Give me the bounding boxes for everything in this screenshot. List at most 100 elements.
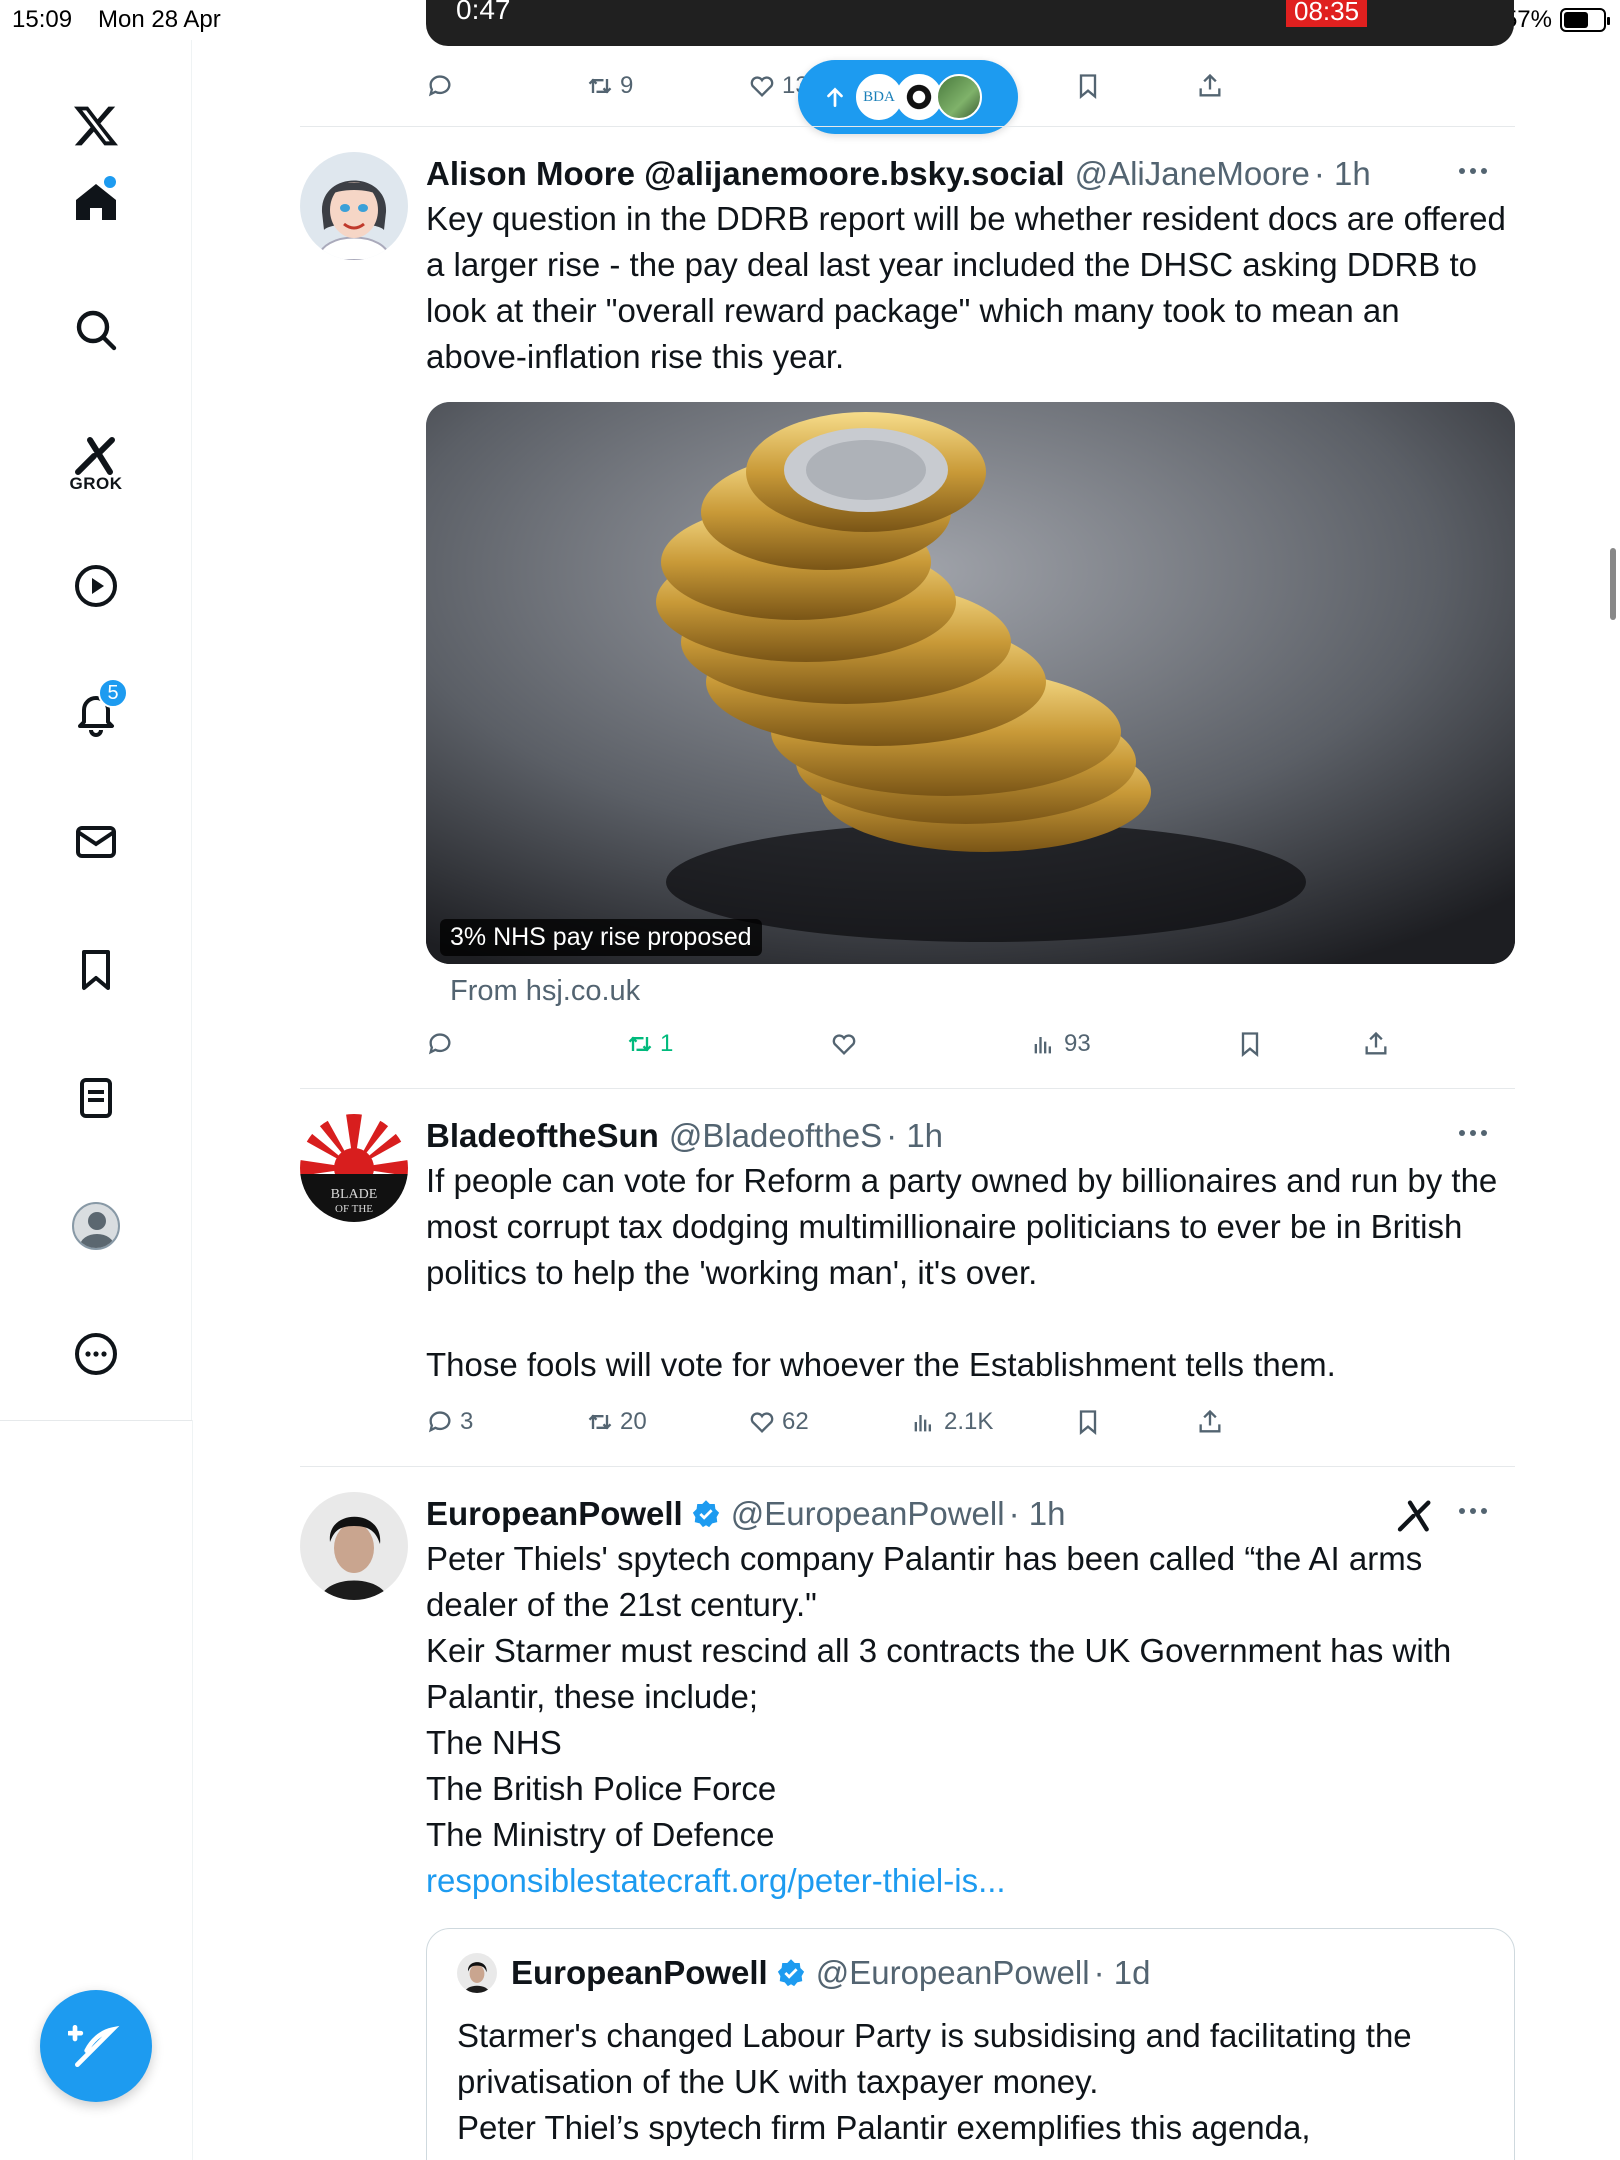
more-circle-icon	[75, 1333, 117, 1375]
video-player-partial[interactable]: 0:47 08:35	[426, 0, 1514, 46]
views-button[interactable]: 93	[1030, 1030, 1091, 1058]
feather-plus-icon	[68, 2025, 120, 2067]
svg-text:BLADE: BLADE	[331, 1187, 378, 1202]
tweet-text: Peter Thiels' spytech company Palantir h…	[426, 1536, 1506, 1904]
sidebar-item-lists[interactable]	[56, 1058, 136, 1138]
author-handle[interactable]: @EuropeanPowell	[731, 1495, 1005, 1533]
sidebar-item-more[interactable]	[56, 1314, 136, 1394]
sidebar-item-home[interactable]	[56, 162, 136, 242]
post-time[interactable]: · 1h	[886, 1117, 943, 1155]
tweet-text-content: Peter Thiels' spytech company Palantir h…	[426, 1540, 1452, 1853]
reply-button[interactable]	[426, 1030, 454, 1058]
profile-avatar-icon	[72, 1202, 120, 1250]
tweet-header: EuropeanPowell @EuropeanPowell · 1h	[426, 1492, 1065, 1536]
tweet-text: Key question in the DDRB report will be …	[426, 200, 1515, 375]
x-logo[interactable]	[56, 86, 136, 166]
quote-author-name: EuropeanPowell	[511, 1954, 768, 1991]
sidebar-border	[192, 1420, 193, 2160]
rising-sun-avatar-icon: BLADE OF THE	[300, 1114, 408, 1222]
card-caption: 3% NHS pay rise proposed	[440, 919, 762, 956]
bookmark-icon	[82, 950, 110, 990]
retweet-icon	[588, 78, 612, 94]
author-name[interactable]: EuropeanPowell	[426, 1495, 683, 1533]
notifications-badge: 5	[98, 678, 128, 708]
video-time: 0:47	[456, 0, 511, 25]
more-options-button[interactable]	[1459, 1508, 1487, 1514]
quoted-tweet[interactable]: EuropeanPowell @EuropeanPowell · 1d Star…	[426, 1928, 1515, 2160]
compose-post-button[interactable]	[40, 1990, 152, 2102]
coins-image	[426, 402, 1515, 964]
views-count: 93	[1064, 1030, 1091, 1057]
status-time: 15:09	[12, 6, 73, 33]
link-card-image[interactable]: 3% NHS pay rise proposed	[426, 402, 1515, 964]
sidebar-item-search[interactable]	[56, 290, 136, 370]
bookmark-button[interactable]	[1236, 1030, 1264, 1058]
quote-header: EuropeanPowell @EuropeanPowell · 1d	[457, 1953, 1150, 1993]
grok-icon	[75, 437, 115, 475]
views-button[interactable]: 2.1K	[910, 1408, 993, 1436]
play-circle-icon	[75, 565, 117, 607]
more-options-button[interactable]	[1459, 168, 1487, 174]
reply-icon	[428, 1411, 451, 1433]
share-button[interactable]	[1362, 1030, 1390, 1058]
tweet-bladeofthesun[interactable]: BLADE OF THE BladeoftheSun @BladeoftheS …	[300, 1114, 1515, 1414]
retweet-button[interactable]: 9	[586, 72, 633, 100]
author-handle[interactable]: @BladeoftheS	[669, 1117, 882, 1155]
bookmark-button[interactable]	[1074, 72, 1102, 100]
author-name[interactable]: BladeoftheSun	[426, 1117, 659, 1155]
tweet-europeanpowell[interactable]: EuropeanPowell @EuropeanPowell · 1h Pete…	[300, 1492, 1515, 1899]
retweet-count: 9	[620, 72, 634, 99]
cartoon-avatar-icon	[300, 152, 408, 260]
heart-icon	[832, 1034, 856, 1055]
avatar[interactable]	[300, 152, 408, 260]
retweet-button[interactable]: 1	[626, 1030, 673, 1058]
tweet-link[interactable]: responsiblestatecraft.org/peter-thiel-is…	[426, 1862, 1006, 1899]
grok-explain-icon[interactable]	[1395, 1496, 1435, 1536]
pill-avatar-3	[936, 74, 982, 120]
search-icon	[76, 310, 117, 351]
author-handle[interactable]: @AliJaneMoore	[1075, 155, 1310, 193]
card-source-link[interactable]: From hsj.co.uk	[450, 975, 640, 1008]
reply-icon	[428, 1033, 451, 1055]
reply-button[interactable]	[426, 72, 454, 100]
scrollbar-thumb[interactable]	[1610, 548, 1616, 620]
post-time[interactable]: · 1h	[1009, 1495, 1066, 1533]
bookmark-button[interactable]	[1074, 1408, 1102, 1436]
author-name[interactable]: Alison Moore @alijanemoore.bsky.social	[426, 155, 1065, 193]
video-duration-tag: 08:35	[1286, 0, 1368, 27]
envelope-icon	[76, 826, 116, 858]
quote-author-handle: @EuropeanPowell	[815, 1954, 1090, 1991]
post-time[interactable]: · 1h	[1314, 155, 1371, 193]
tweet-header: BladeoftheSun @BladeoftheS · 1h	[426, 1114, 943, 1158]
share-button[interactable]	[1196, 1408, 1224, 1436]
sidebar-item-video[interactable]	[56, 546, 136, 626]
reply-count: 3	[460, 1408, 474, 1435]
retweet-count: 20	[620, 1408, 647, 1435]
avatar[interactable]: BLADE OF THE	[300, 1114, 408, 1222]
new-posts-pill[interactable]: BDA	[798, 60, 1018, 134]
quote-text: Starmer's changed Labour Party is subsid…	[457, 2017, 1412, 2146]
bookmark-icon	[1241, 1032, 1259, 1057]
battery-icon	[1560, 8, 1610, 32]
more-options-button[interactable]	[1459, 1130, 1487, 1136]
sidebar-item-notifications[interactable]: 5	[56, 674, 136, 754]
sidebar-item-profile[interactable]	[56, 1186, 136, 1266]
reply-button[interactable]: 3	[426, 1408, 473, 1436]
share-button[interactable]	[1196, 72, 1224, 100]
sidebar-item-bookmarks[interactable]	[56, 930, 136, 1010]
reply-icon	[428, 75, 451, 97]
sidebar-item-grok[interactable]: GROK	[56, 418, 136, 514]
retweet-count: 1	[660, 1030, 674, 1057]
retweet-icon	[588, 1414, 612, 1430]
sidebar-item-messages[interactable]	[56, 802, 136, 882]
retweet-button[interactable]: 20	[586, 1408, 647, 1436]
avatar[interactable]	[300, 1492, 408, 1600]
tweet-actions-2: 3 20 62 2.1K	[426, 1402, 1426, 1442]
tweet-actions-1: 1 93	[426, 1024, 1426, 1064]
like-button[interactable]: 62	[748, 1408, 809, 1436]
sidebar-divider	[0, 1420, 192, 1421]
quote-avatar	[457, 1953, 497, 1993]
views-count: 2.1K	[944, 1408, 994, 1435]
share-icon	[1199, 1409, 1221, 1433]
like-button[interactable]	[830, 1030, 858, 1058]
